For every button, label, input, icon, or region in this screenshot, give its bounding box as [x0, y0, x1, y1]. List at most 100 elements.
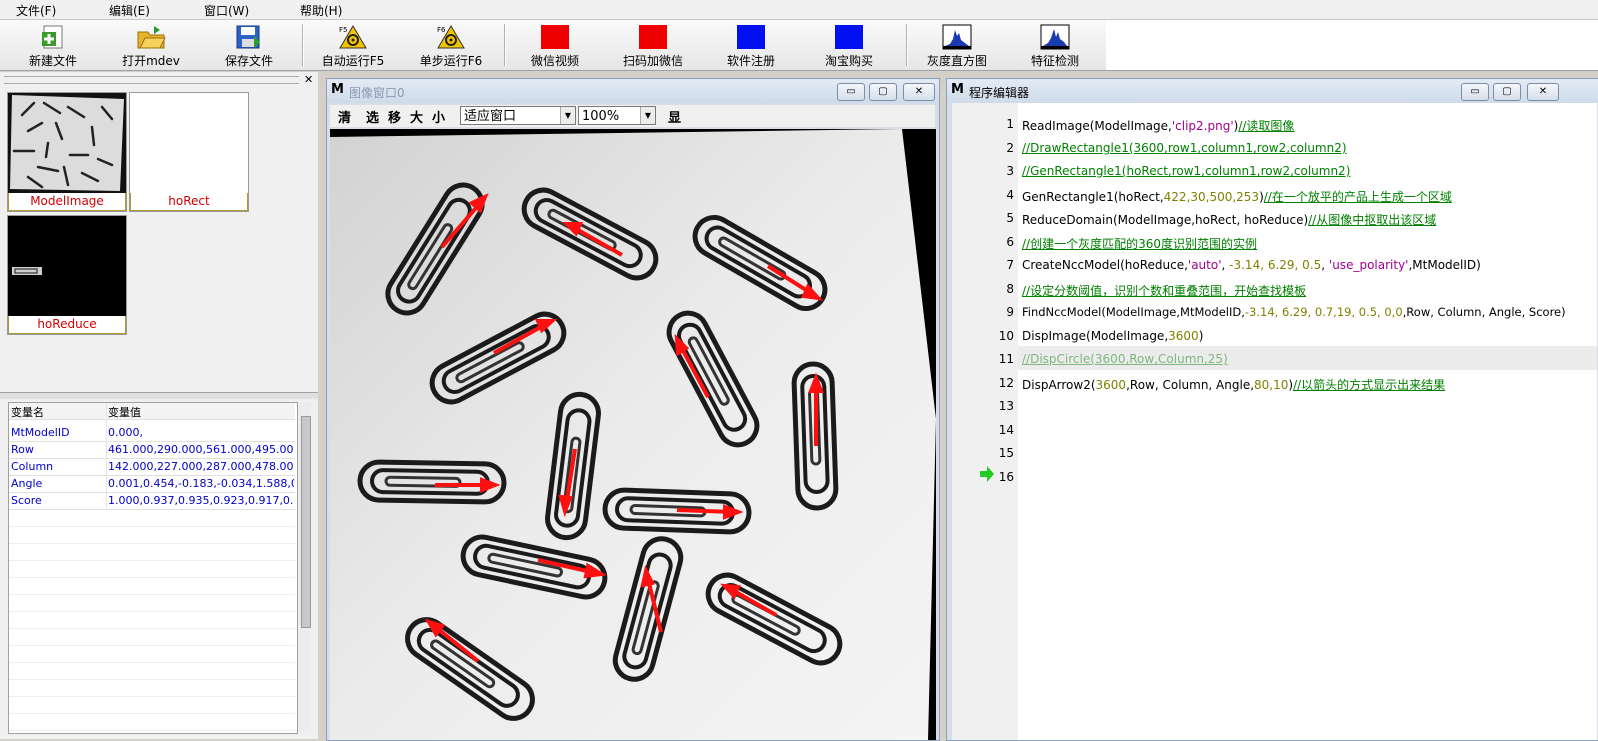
table-row[interactable]: Angle 0.001,0.454,-0.183,-0.034,1.588,0.… [9, 476, 295, 493]
thumbnail-modelimage[interactable]: ModelImage [7, 92, 127, 212]
scan-wechat-button[interactable]: 扫码加微信 [608, 22, 698, 68]
image-window-title: 图像窗口0 [349, 86, 405, 100]
line-number: 15 [998, 446, 1014, 460]
line-number: 11 [998, 352, 1014, 366]
line-number: 13 [998, 399, 1014, 413]
toolbar-empty-area [1106, 20, 1598, 70]
table-row[interactable]: MtModelID 0.000, [9, 425, 295, 442]
minimize-button[interactable]: ▭ [837, 83, 865, 101]
line-number: 12 [998, 376, 1014, 390]
panel-close-icon[interactable]: ✕ [304, 73, 313, 86]
histogram-button[interactable]: 灰度直方图 [912, 22, 1002, 68]
code-line: //创建一个灰度匹配的360度识别范围的实例 [1022, 237, 1257, 251]
line-number: 4 [1006, 188, 1014, 202]
image-window: M 图像窗口0 ▭ ▢ ✕ 清 选 移 大 小 适应窗口 ▼ 100% ▼ 显 [326, 78, 940, 741]
thumbnail-horect[interactable]: hoRect [129, 92, 249, 212]
toolbar-separator [302, 24, 304, 66]
line-number: 7 [1006, 258, 1014, 272]
svg-text:F5: F5 [339, 26, 347, 34]
auto-run-button[interactable]: F5 自动运行F5 [308, 22, 398, 68]
move-button[interactable]: 移 [388, 107, 401, 126]
app-logo-icon: M [331, 82, 344, 97]
close-button[interactable]: ✕ [1527, 83, 1559, 101]
maximize-button[interactable]: ▢ [1493, 83, 1521, 101]
editor-titlebar[interactable]: M 程序编辑器 ▭ ▢ ✕ [947, 79, 1598, 103]
table-header: 变量名 变量值 [9, 403, 295, 420]
open-mdev-button[interactable]: 打开mdev [106, 22, 196, 68]
code-line: FindNccModel(ModelImage,MtModelID,-3.14,… [1022, 305, 1566, 319]
close-button[interactable]: ✕ [903, 83, 935, 101]
line-number-gutter: 1 2 3 4 5 6 7 8 9 10 11 12 13 14 15 16 [952, 103, 1018, 740]
code-line: ReadImage(ModelImage,'clip2.png')//读取图像 [1022, 119, 1295, 133]
panel-splitter[interactable] [0, 392, 318, 399]
code-line: CreateNccModel(hoReduce,'auto', -3.14, 6… [1022, 258, 1481, 272]
feature-detect-button[interactable]: 特征检测 [1010, 22, 1100, 68]
step-run-icon: F6 [437, 25, 465, 49]
app-logo-icon: M [951, 82, 964, 97]
show-button[interactable]: 显 [668, 107, 681, 126]
table-row[interactable]: Score 1.000,0.937,0.935,0.923,0.917,0.91 [9, 493, 295, 510]
menu-window[interactable]: 窗口(W) [204, 2, 249, 19]
line-number: 1 [1006, 117, 1014, 131]
menu-help[interactable]: 帮助(H) [300, 2, 342, 19]
reduced-region-image [8, 216, 126, 316]
code-line: DispImage(ModelImage,3600) [1022, 329, 1204, 343]
blue-square-icon [835, 25, 863, 49]
empty-rows [9, 510, 295, 732]
menu-bar: 文件(F) 编辑(E) 窗口(W) 帮助(H) [0, 0, 1598, 20]
menu-edit[interactable]: 编辑(E) [109, 2, 150, 19]
line-number: 3 [1006, 164, 1014, 178]
image-toolbar: 清 选 移 大 小 适应窗口 ▼ 100% ▼ 显 [330, 105, 935, 127]
save-file-button[interactable]: 保存文件 [204, 22, 294, 68]
select-button[interactable]: 选 [366, 107, 379, 126]
image-window-titlebar[interactable]: M 图像窗口0 ▭ ▢ ✕ [327, 79, 939, 103]
table-row[interactable]: Row 461.000,290.000,561.000,495.000 [9, 442, 295, 459]
zoom-out-button[interactable]: 小 [432, 107, 445, 126]
auto-run-icon: F5 [339, 25, 367, 49]
column-header-value: 变量值 [108, 406, 141, 419]
fit-mode-select[interactable]: 适应窗口 ▼ [460, 106, 576, 125]
chevron-down-icon: ▼ [560, 107, 575, 124]
thumbnail-label: hoReduce [8, 316, 126, 334]
toolbar: 新建文件 打开mdev 保存文件 F5 自动运行F5 F6 单步运行F6 微信视… [0, 20, 1598, 71]
wechat-video-button[interactable]: 微信视频 [510, 22, 600, 68]
zoom-in-button[interactable]: 大 [410, 107, 423, 126]
line-number: 8 [1006, 282, 1014, 296]
new-file-icon [42, 25, 63, 49]
svg-text:F6: F6 [437, 26, 446, 34]
step-run-button[interactable]: F6 单步运行F6 [406, 22, 496, 68]
table-scrollbar[interactable] [299, 402, 311, 732]
taobao-button[interactable]: 淘宝购买 [804, 22, 894, 68]
image-canvas[interactable] [330, 129, 936, 740]
code-line: //DrawRectangle1(3600,row1,column1,row2,… [1022, 141, 1347, 155]
maximize-button[interactable]: ▢ [869, 83, 897, 101]
menu-file[interactable]: 文件(F) [16, 2, 56, 19]
blue-square-icon [737, 25, 765, 49]
code-editor[interactable]: 1 2 3 4 5 6 7 8 9 10 11 12 13 14 15 16 R… [952, 103, 1597, 740]
column-header-name: 变量名 [11, 406, 44, 419]
code-line: //DispCircle(3600,Row,Column,25) [1022, 352, 1228, 366]
minimize-button[interactable]: ▭ [1461, 83, 1489, 101]
code-line: GenRectangle1(hoRect,422,30,500,253)//在一… [1022, 190, 1452, 204]
register-button[interactable]: 软件注册 [706, 22, 796, 68]
variable-table: 变量名 变量值 MtModelID 0.000, Row 461.000,290… [8, 402, 298, 734]
feature-detect-icon [1040, 24, 1070, 50]
red-square-icon [639, 25, 667, 49]
clear-button[interactable]: 清 [338, 107, 351, 126]
red-square-icon [541, 25, 569, 49]
open-folder-icon [137, 26, 166, 49]
code-line: //GenRectangle1(hoRect,row1,column1,row2… [1022, 164, 1351, 178]
editor-title: 程序编辑器 [969, 86, 1030, 100]
paperclip-thumbnail-image [8, 93, 126, 193]
toolbar-separator [504, 24, 506, 66]
table-row[interactable]: Column 142.000,227.000,287.000,478.000 [9, 459, 295, 476]
line-number: 9 [1006, 305, 1014, 319]
program-editor-window: M 程序编辑器 ▭ ▢ ✕ 1 2 3 4 5 6 7 8 9 10 11 12… [946, 78, 1598, 741]
zoom-select[interactable]: 100% ▼ [578, 106, 656, 125]
line-number: 14 [998, 423, 1014, 437]
new-file-button[interactable]: 新建文件 [8, 22, 98, 68]
code-line: DispArrow2(3600,Row, Column, Angle,80,10… [1022, 378, 1446, 392]
thumbnail-horeduce[interactable]: hoReduce [7, 215, 127, 335]
scrollbar-thumb[interactable] [301, 416, 311, 628]
code-line: //设定分数阈值，识别个数和重叠范围，开始查找模板 [1022, 284, 1307, 298]
